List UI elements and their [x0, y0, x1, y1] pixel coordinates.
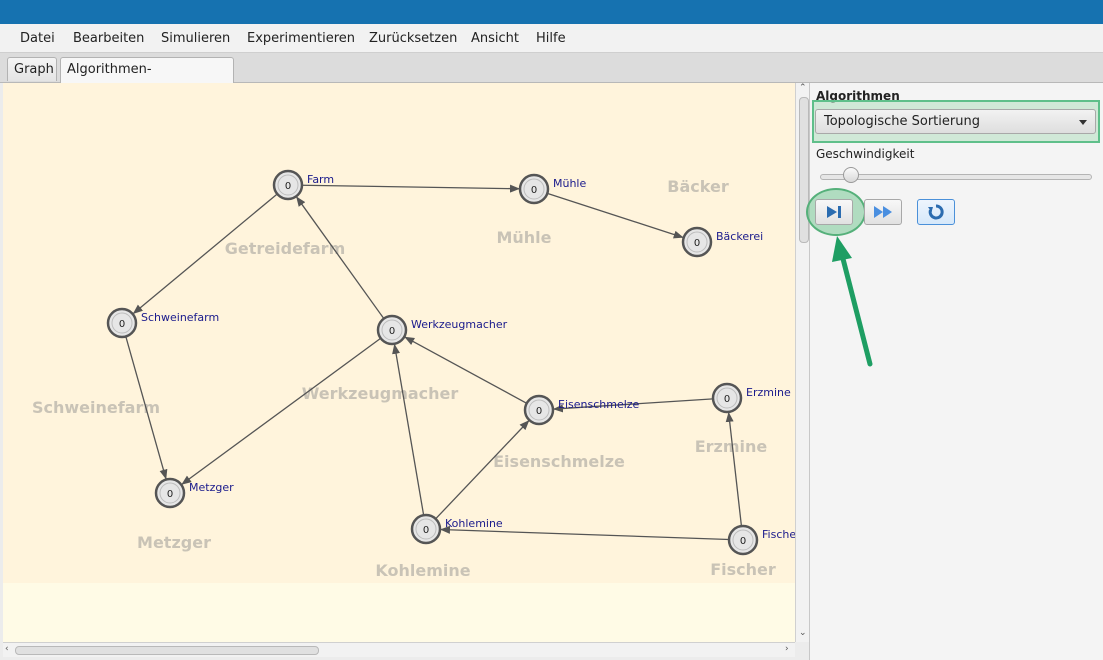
horizontal-scroll-thumb[interactable]	[15, 646, 319, 655]
building-label-9: Fischer	[710, 560, 776, 579]
node-label: Erzmine	[746, 386, 791, 399]
graph-svg: Getreidefarm Mühle Bäcker Schweinefarm Werkz…	[3, 83, 795, 583]
menu-simulieren[interactable]: Simulieren	[161, 31, 230, 46]
scroll-left-icon[interactable]: ‹	[5, 644, 9, 654]
node-value: 0	[531, 185, 537, 196]
node-label: Kohlemine	[445, 517, 503, 530]
node-value: 0	[119, 319, 125, 330]
menu-zuruecksetzen[interactable]: Zurücksetzen	[369, 31, 457, 46]
building-label-8: Kohlemine	[375, 561, 470, 580]
node-value: 0	[285, 181, 291, 192]
step-button[interactable]	[815, 199, 853, 225]
window-titlebar	[0, 0, 1103, 24]
chevron-down-icon	[1079, 120, 1087, 125]
menu-experimentieren[interactable]: Experimentieren	[247, 31, 355, 46]
scroll-down-icon[interactable]: ⌄	[799, 628, 807, 638]
node-value: 0	[724, 394, 730, 405]
node-value: 0	[694, 238, 700, 249]
menu-hilfe[interactable]: Hilfe	[536, 31, 566, 46]
node-value: 0	[740, 536, 746, 547]
speed-slider-track[interactable]	[820, 174, 1092, 180]
fast-forward-icon	[874, 206, 892, 218]
algorithm-select-value: Topologische Sortierung	[824, 114, 980, 129]
scroll-up-icon[interactable]: ⌃	[799, 83, 807, 93]
horizontal-scrollbar[interactable]: ‹ ›	[3, 642, 795, 657]
node-label: Bäckerei	[716, 230, 763, 243]
menu-ansicht[interactable]: Ansicht	[471, 31, 519, 46]
node-value: 0	[423, 525, 429, 536]
tab-graph[interactable]: Graph	[7, 57, 57, 81]
building-label-3: Schweinefarm	[32, 398, 160, 417]
speed-label: Geschwindigkeit	[816, 147, 915, 161]
reset-button[interactable]	[917, 199, 955, 225]
building-label-7: Metzger	[137, 533, 211, 552]
building-label-4: Werkzeugmacher	[302, 384, 459, 403]
algorithm-select[interactable]: Topologische Sortierung	[815, 109, 1096, 134]
menu-datei[interactable]: Datei	[20, 31, 55, 46]
menu-bar: Datei Bearbeiten Simulieren Experimentie…	[0, 24, 1103, 53]
tab-algorithmen-simulation[interactable]: Algorithmen-Simulation✕	[60, 57, 234, 101]
vertical-scrollbar[interactable]: ⌃ ⌄	[795, 83, 810, 642]
speed-slider-thumb[interactable]	[843, 167, 859, 183]
graph-canvas[interactable]: Getreidefarm Mühle Bäcker Schweinefarm Werkz…	[3, 83, 795, 642]
node-label: Mühle	[553, 177, 586, 190]
node-label: Werkzeugmacher	[411, 318, 508, 331]
scroll-right-icon[interactable]: ›	[785, 644, 789, 654]
building-label-2: Bäcker	[667, 177, 729, 196]
node-label: Metzger	[189, 481, 234, 494]
tab-bar: Graph Algorithmen-Simulation✕	[0, 53, 1103, 101]
menu-bearbeiten[interactable]: Bearbeiten	[73, 31, 144, 46]
fast-forward-button[interactable]	[864, 199, 902, 225]
node-value: 0	[536, 406, 542, 417]
building-label-0: Getreidefarm	[225, 239, 345, 258]
node-label: Farm	[307, 173, 334, 186]
algorithm-side-panel: Algorithmen Topologische Sortierung Gesc…	[806, 83, 1103, 660]
node-label: Schweinefarm	[141, 311, 219, 324]
building-label-1: Mühle	[496, 228, 551, 247]
node-label: Eisenschmelze	[558, 398, 640, 411]
node-value: 0	[167, 489, 173, 500]
tab-graph-label: Graph	[14, 62, 54, 77]
node-label: Fischer	[762, 528, 795, 541]
step-forward-icon	[827, 206, 841, 218]
node-value: 0	[389, 326, 395, 337]
reset-icon	[928, 204, 944, 220]
building-label-5: Eisenschmelze	[493, 452, 625, 471]
